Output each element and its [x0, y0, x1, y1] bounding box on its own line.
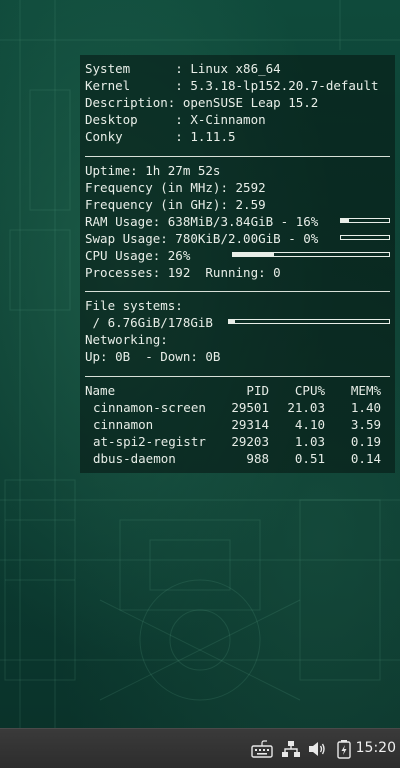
- process-mem: 0.14: [350, 451, 381, 466]
- divider: [85, 156, 390, 157]
- process-row: at-spi2-registr 29203 1.03 0.19: [85, 433, 390, 450]
- process-pid: 988: [246, 451, 269, 466]
- process-row: dbus-daemon 988 0.51 0.14: [85, 450, 390, 467]
- uptime-line: Uptime: 1h 27m 52s: [85, 163, 221, 178]
- network-icon[interactable]: [280, 739, 302, 759]
- process-mem: 0.19: [350, 434, 381, 449]
- process-pid: 29501: [231, 400, 269, 415]
- process-cpu: 21.03: [287, 400, 325, 415]
- description-line: Description: openSUSE Leap 15.2: [85, 95, 319, 110]
- process-name: cinnamon: [93, 417, 154, 432]
- conky-panel: System : Linux x86_64 Kernel : 5.3.18-lp…: [80, 55, 395, 473]
- keyboard-icon[interactable]: [251, 739, 273, 759]
- ram-usage-bar-fill: [341, 219, 349, 222]
- process-cpu-header: CPU%: [294, 383, 325, 398]
- process-cpu: 1.03: [294, 434, 325, 449]
- process-cpu: 0.51: [294, 451, 325, 466]
- swap-usage-line: Swap Usage: 780KiB/2.00GiB - 0%: [85, 231, 319, 246]
- process-name: cinnamon-screen: [93, 400, 206, 415]
- process-row: cinnamon-screen 29501 21.03 1.40: [85, 399, 390, 416]
- network-traffic-line: Up: 0B - Down: 0B: [85, 349, 221, 364]
- process-mem: 1.40: [350, 400, 381, 415]
- root-filesystem-bar: [228, 319, 390, 324]
- battery-icon[interactable]: [333, 739, 355, 759]
- networking-header: Networking:: [85, 332, 168, 347]
- root-filesystem-bar-fill: [229, 320, 236, 323]
- frequency-ghz-line: Frequency (in GHz): 2.59: [85, 197, 266, 212]
- volume-icon[interactable]: [306, 739, 328, 759]
- process-table-header: Name PID CPU% MEM%: [85, 382, 390, 399]
- divider: [85, 291, 390, 292]
- taskbar: 15:20: [0, 728, 400, 768]
- process-name-header: Name: [85, 383, 116, 398]
- filesystems-header: File systems:: [85, 298, 183, 313]
- cpu-usage-bar-fill: [233, 253, 274, 256]
- process-pid-header: PID: [246, 383, 269, 398]
- process-mem-header: MEM%: [350, 383, 381, 398]
- conky-version-line: Conky : 1.11.5: [85, 129, 236, 144]
- cpu-usage-bar: [232, 252, 390, 257]
- divider: [85, 376, 390, 377]
- root-filesystem-line: / 6.76GiB/178GiB: [85, 315, 213, 330]
- swap-usage-bar: [340, 235, 390, 240]
- processes-line: Processes: 192 Running: 0: [85, 265, 281, 280]
- process-name: dbus-daemon: [93, 451, 176, 466]
- process-row: cinnamon 29314 4.10 3.59: [85, 416, 390, 433]
- process-pid: 29203: [231, 434, 269, 449]
- system-line: System : Linux x86_64: [85, 61, 281, 76]
- kernel-line: Kernel : 5.3.18-lp152.20.7-default: [85, 78, 379, 93]
- process-name: at-spi2-registr: [93, 434, 206, 449]
- cpu-usage-line: CPU Usage: 26%: [85, 248, 191, 263]
- ram-usage-bar: [340, 218, 390, 223]
- desktop-line: Desktop : X-Cinnamon: [85, 112, 266, 127]
- clock[interactable]: 15:20: [356, 740, 396, 756]
- process-mem: 3.59: [350, 417, 381, 432]
- process-pid: 29314: [231, 417, 269, 432]
- process-cpu: 4.10: [294, 417, 325, 432]
- ram-usage-line: RAM Usage: 638MiB/3.84GiB - 16%: [85, 214, 319, 229]
- frequency-mhz-line: Frequency (in MHz): 2592: [85, 180, 266, 195]
